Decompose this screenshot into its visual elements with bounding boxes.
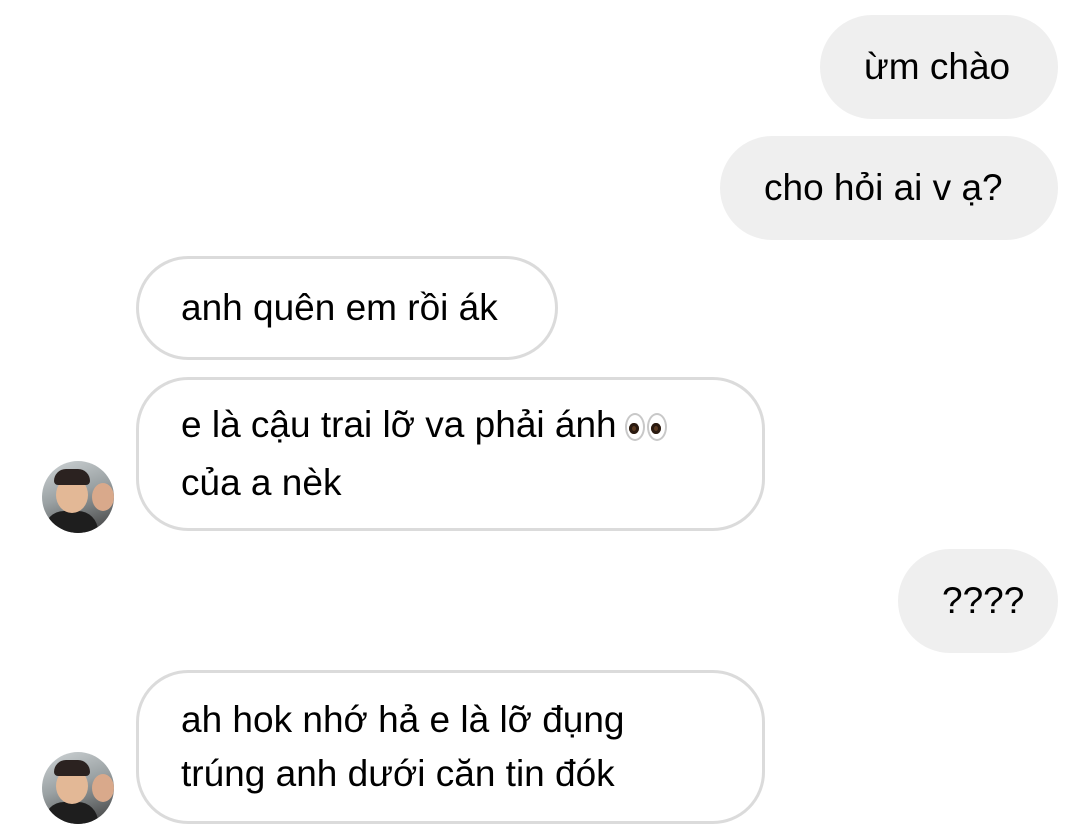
message-text: anh quên em rồi ák (181, 287, 498, 328)
avatar-photo-detail (54, 469, 90, 485)
received-message-bubble[interactable]: e là cậu trai lỡ va phải ánh của a nèk (136, 377, 765, 531)
sender-avatar[interactable] (42, 752, 114, 824)
message-text: ừm chào (864, 46, 1011, 87)
avatar-photo-detail (92, 774, 114, 802)
message-text-line: e là cậu trai lỡ va phải ánh (181, 398, 720, 456)
message-text: ???? (942, 580, 1025, 621)
message-text: ah hok nhớ hả e là lỡ đụng (181, 699, 625, 740)
avatar-photo-detail (44, 802, 98, 824)
sender-avatar[interactable] (42, 461, 114, 533)
message-text: cho hỏi ai v ạ? (764, 167, 1003, 208)
avatar-photo-detail (44, 511, 98, 533)
avatar-photo-detail (54, 760, 90, 776)
eye-left (624, 413, 645, 441)
eyes-emoji-icon (624, 402, 669, 456)
eye-right (646, 413, 667, 441)
sent-message-bubble[interactable]: ừm chào (820, 15, 1058, 119)
avatar-photo-detail (92, 483, 114, 511)
message-text: của a nèk (181, 462, 342, 503)
received-message-bubble[interactable]: ah hok nhớ hả e là lỡ đụng trúng anh dướ… (136, 670, 765, 824)
message-text: trúng anh dưới căn tin đók (181, 753, 615, 794)
message-text: e là cậu trai lỡ va phải ánh (181, 404, 617, 445)
received-message-bubble[interactable]: anh quên em rồi ák (136, 256, 558, 360)
sent-message-bubble[interactable]: cho hỏi ai v ạ? (720, 136, 1058, 240)
sent-message-bubble[interactable]: ???? (898, 549, 1058, 653)
